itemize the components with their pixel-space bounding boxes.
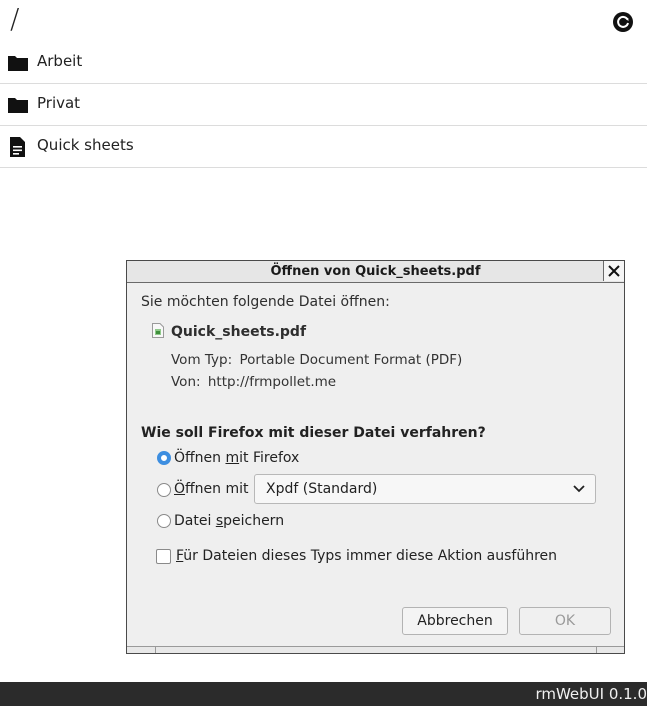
radio-open-with-firefox[interactable] — [157, 451, 171, 465]
dialog-resize-bar — [127, 646, 624, 653]
application-select[interactable]: Xpdf (Standard) — [254, 474, 596, 504]
file-source-row: Von: http://frmpollet.me — [171, 374, 336, 390]
action-question: Wie soll Firefox mit dieser Datei verfah… — [141, 425, 486, 441]
radio-open-with[interactable] — [157, 483, 171, 497]
list-item-label: Privat — [37, 94, 81, 112]
file-source-key: Von: — [171, 374, 201, 390]
always-do-this-label[interactable]: Für Dateien dieses Typs immer diese Akti… — [176, 548, 557, 564]
close-icon — [608, 265, 620, 277]
list-item-quick-sheets[interactable]: Quick sheets — [0, 126, 647, 168]
radio-save-file[interactable] — [157, 514, 171, 528]
list-item-label: Arbeit — [37, 52, 83, 70]
cancel-button[interactable]: Abbrechen — [402, 607, 508, 635]
folder-icon — [8, 56, 28, 71]
document-icon — [10, 137, 25, 157]
pdf-file-icon — [152, 323, 164, 338]
application-select-value: Xpdf (Standard) — [266, 481, 378, 497]
refresh-icon[interactable] — [612, 11, 634, 33]
file-name: Quick_sheets.pdf — [171, 324, 307, 340]
list-item-label: Quick sheets — [37, 136, 134, 154]
file-list: Arbeit Privat Quick sheets — [0, 42, 647, 168]
file-type-row: Vom Typ: Portable Document Format (PDF) — [171, 352, 462, 368]
radio-open-with-label[interactable]: Öffnen mit — [174, 481, 249, 497]
always-do-this-checkbox[interactable] — [156, 549, 171, 564]
dialog-titlebar[interactable]: Öffnen von Quick_sheets.pdf — [127, 261, 624, 283]
current-path: / — [10, 2, 20, 35]
list-item-privat[interactable]: Privat — [0, 84, 647, 126]
radio-open-with-firefox-label[interactable]: Öffnen mit Firefox — [174, 450, 299, 466]
dialog-title: Öffnen von Quick_sheets.pdf — [270, 264, 481, 279]
chevron-down-icon — [573, 485, 585, 493]
file-source-value: http://frmpollet.me — [207, 374, 337, 390]
app-version: rmWebUI 0.1.0 — [535, 685, 647, 703]
file-type-key: Vom Typ: — [171, 352, 233, 368]
list-item-arbeit[interactable]: Arbeit — [0, 42, 647, 84]
dialog-intro: Sie möchten folgende Datei öffnen: — [141, 294, 390, 310]
ok-button[interactable]: OK — [519, 607, 611, 635]
folder-icon — [8, 98, 28, 113]
footer-bar: rmWebUI 0.1.0 — [0, 682, 647, 706]
close-button[interactable] — [603, 261, 624, 281]
radio-save-file-label[interactable]: Datei speichern — [174, 513, 284, 529]
file-type-value: Portable Document Format (PDF) — [239, 352, 463, 368]
open-file-dialog: Öffnen von Quick_sheets.pdf Sie möchten … — [126, 260, 625, 654]
